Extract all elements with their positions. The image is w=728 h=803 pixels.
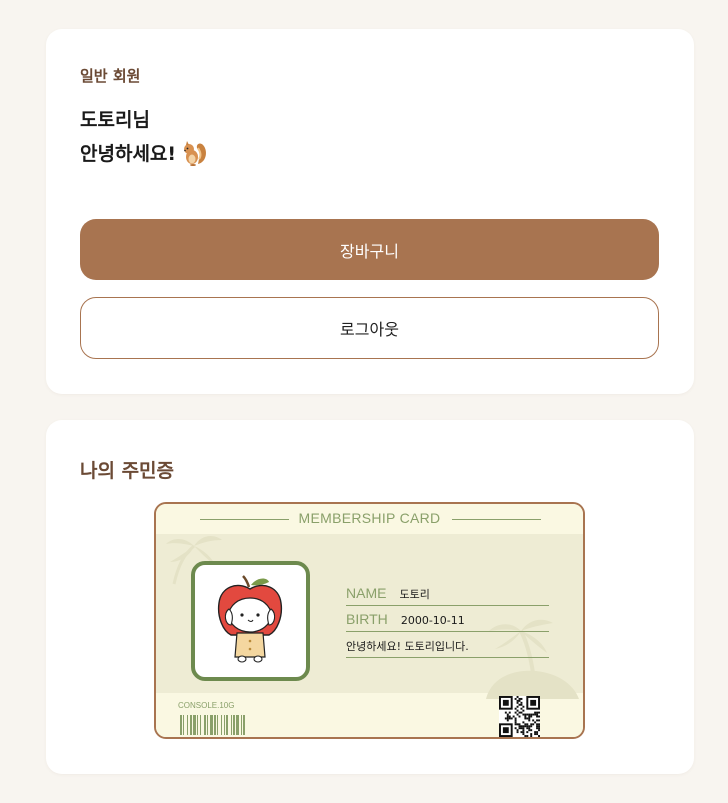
cart-button[interactable]: 장바구니 [80, 219, 659, 280]
resident-card-section: 나의 주민증 MEMBERSHIP CARD NAME 도토리 BIRTH 20… [46, 420, 694, 774]
birth-row: BIRTH 2000-10-11 [346, 609, 549, 632]
header-rule-right [452, 519, 541, 520]
squirrel-icon [184, 140, 207, 166]
birth-value: 2000-10-11 [400, 614, 465, 627]
section-title: 나의 주민증 [80, 460, 175, 482]
profile-photo-frame [191, 561, 310, 681]
name-label: NAME [346, 585, 387, 601]
profile-card: 일반 회원 도토리님 안녕하세요! 장바구니 로그아웃 [46, 29, 694, 394]
qr-code-icon [499, 696, 540, 737]
logout-button[interactable]: 로그아웃 [80, 297, 659, 359]
greeting-text: 안녕하세요! [80, 143, 177, 165]
message-row: 안녕하세요! 도토리입니다. [346, 635, 549, 658]
apple-dog-avatar-icon [217, 575, 283, 663]
card-title: MEMBERSHIP CARD [298, 510, 441, 526]
name-row: NAME 도토리 [346, 583, 549, 606]
console-code: CONSOLE.10G [178, 701, 235, 710]
barcode-icon [180, 715, 245, 735]
greeting-message: 안녕하세요! 도토리입니다. [346, 640, 469, 653]
member-type-label: 일반 회원 [80, 67, 141, 85]
birth-label: BIRTH [346, 611, 388, 627]
membership-card: MEMBERSHIP CARD NAME 도토리 BIRTH 2000-10-1… [154, 502, 585, 739]
name-value: 도토리 [399, 588, 430, 601]
greeting-name: 도토리님 [80, 109, 150, 131]
greeting-line: 안녕하세요! [80, 139, 208, 166]
